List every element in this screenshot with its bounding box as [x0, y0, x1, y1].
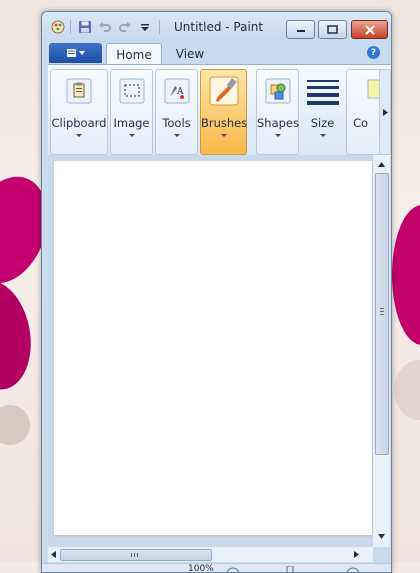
qat-separator [70, 20, 71, 34]
flower-petal [394, 360, 420, 420]
chevron-right-icon [382, 108, 388, 116]
chevron-down-icon [173, 134, 180, 137]
grip-icon [131, 553, 138, 557]
qat-separator [159, 20, 160, 34]
drawing-canvas[interactable] [54, 161, 372, 535]
vertical-scrollbar[interactable] [373, 155, 390, 547]
tab-home[interactable]: Home [106, 43, 162, 65]
tab-view[interactable]: View [170, 43, 210, 64]
select-icon [116, 75, 148, 107]
ribbon-group-colors[interactable]: Co [346, 69, 380, 155]
minimize-icon [287, 21, 314, 38]
redo-icon[interactable] [117, 19, 133, 35]
ribbon: Clipboard Image A Tools Brushes Shapes S… [48, 64, 391, 156]
maximize-button[interactable] [318, 20, 347, 39]
ribbon-group-clipboard[interactable]: Clipboard [50, 69, 108, 155]
vertical-scroll-thumb[interactable] [375, 173, 389, 455]
ribbon-group-shapes[interactable]: Shapes [256, 69, 299, 155]
clipboard-label: Clipboard [51, 116, 107, 130]
grip-icon [380, 308, 384, 315]
size-label: Size [310, 116, 335, 130]
ribbon-group-tools[interactable]: A Tools [155, 69, 198, 155]
tools-icon: A [161, 75, 193, 107]
flower-petal [0, 405, 30, 445]
minimize-button[interactable] [286, 20, 315, 39]
horizontal-scroll-thumb[interactable] [60, 549, 212, 561]
ribbon-scroll-right-button[interactable] [379, 69, 391, 155]
quick-access-toolbar [50, 19, 160, 35]
ribbon-tab-row: Home View ? [42, 42, 391, 65]
save-icon[interactable] [77, 19, 93, 35]
customize-qat-icon[interactable] [137, 19, 153, 35]
scroll-left-icon[interactable] [51, 551, 56, 558]
undo-icon[interactable] [97, 19, 113, 35]
chevron-down-icon [274, 134, 281, 137]
tools-label: Tools [162, 116, 191, 130]
close-icon [352, 21, 387, 38]
status-bar: 100% [42, 563, 391, 573]
colors-label: Co [353, 116, 369, 130]
chevron-down-icon [220, 134, 227, 137]
ribbon-group-image[interactable]: Image [110, 69, 153, 155]
scroll-down-icon[interactable] [373, 529, 390, 543]
zoom-level: 100% [188, 564, 214, 573]
shapes-icon [262, 75, 294, 107]
title-bar[interactable]: Untitled - Paint [42, 12, 391, 42]
canvas-workspace [48, 155, 390, 547]
paint-window: Untitled - Paint Home View ? Clipboard I… [41, 11, 392, 573]
scroll-right-icon[interactable] [354, 551, 359, 558]
flower-petal [392, 205, 420, 345]
help-icon[interactable]: ? [367, 46, 380, 59]
close-button[interactable] [351, 20, 388, 39]
paint-menu-button[interactable] [49, 43, 102, 63]
scroll-up-icon[interactable] [373, 157, 390, 171]
ribbon-group-size[interactable]: Size [301, 69, 344, 155]
zoom-in-icon[interactable] [346, 567, 360, 573]
maximize-icon [319, 21, 346, 38]
chevron-down-icon [128, 134, 135, 137]
ribbon-group-brushes[interactable]: Brushes [200, 69, 247, 155]
horizontal-scrollbar[interactable] [48, 547, 373, 562]
brushes-label: Brushes [201, 116, 248, 130]
chevron-down-icon [76, 134, 82, 137]
flower-petal [0, 274, 40, 396]
brush-icon [208, 75, 240, 107]
paint-menu-icon [66, 49, 85, 57]
chevron-down-icon [319, 134, 326, 137]
paint-app-icon[interactable] [50, 19, 66, 35]
size-icon [306, 75, 339, 107]
zoom-out-icon[interactable] [226, 567, 240, 573]
shapes-label: Shapes [257, 116, 300, 130]
window-title: Untitled - Paint [174, 20, 264, 34]
image-label: Image [113, 116, 150, 130]
clipboard-icon [63, 75, 95, 107]
zoom-slider-thumb[interactable] [286, 566, 294, 573]
